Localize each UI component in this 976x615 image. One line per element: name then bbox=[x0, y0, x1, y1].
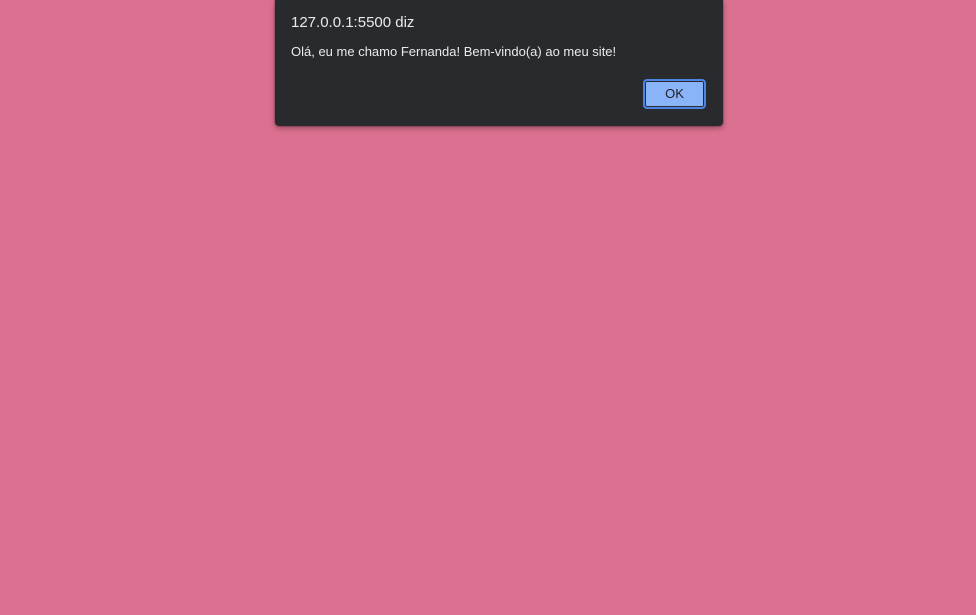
alert-title: 127.0.0.1:5500 diz bbox=[291, 14, 415, 31]
alert-dialog: 127.0.0.1:5500 diz Olá, eu me chamo Fern… bbox=[275, 0, 723, 126]
alert-message: Olá, eu me chamo Fernanda! Bem-vindo(a) … bbox=[291, 44, 617, 59]
ok-button[interactable]: OK bbox=[643, 79, 706, 109]
